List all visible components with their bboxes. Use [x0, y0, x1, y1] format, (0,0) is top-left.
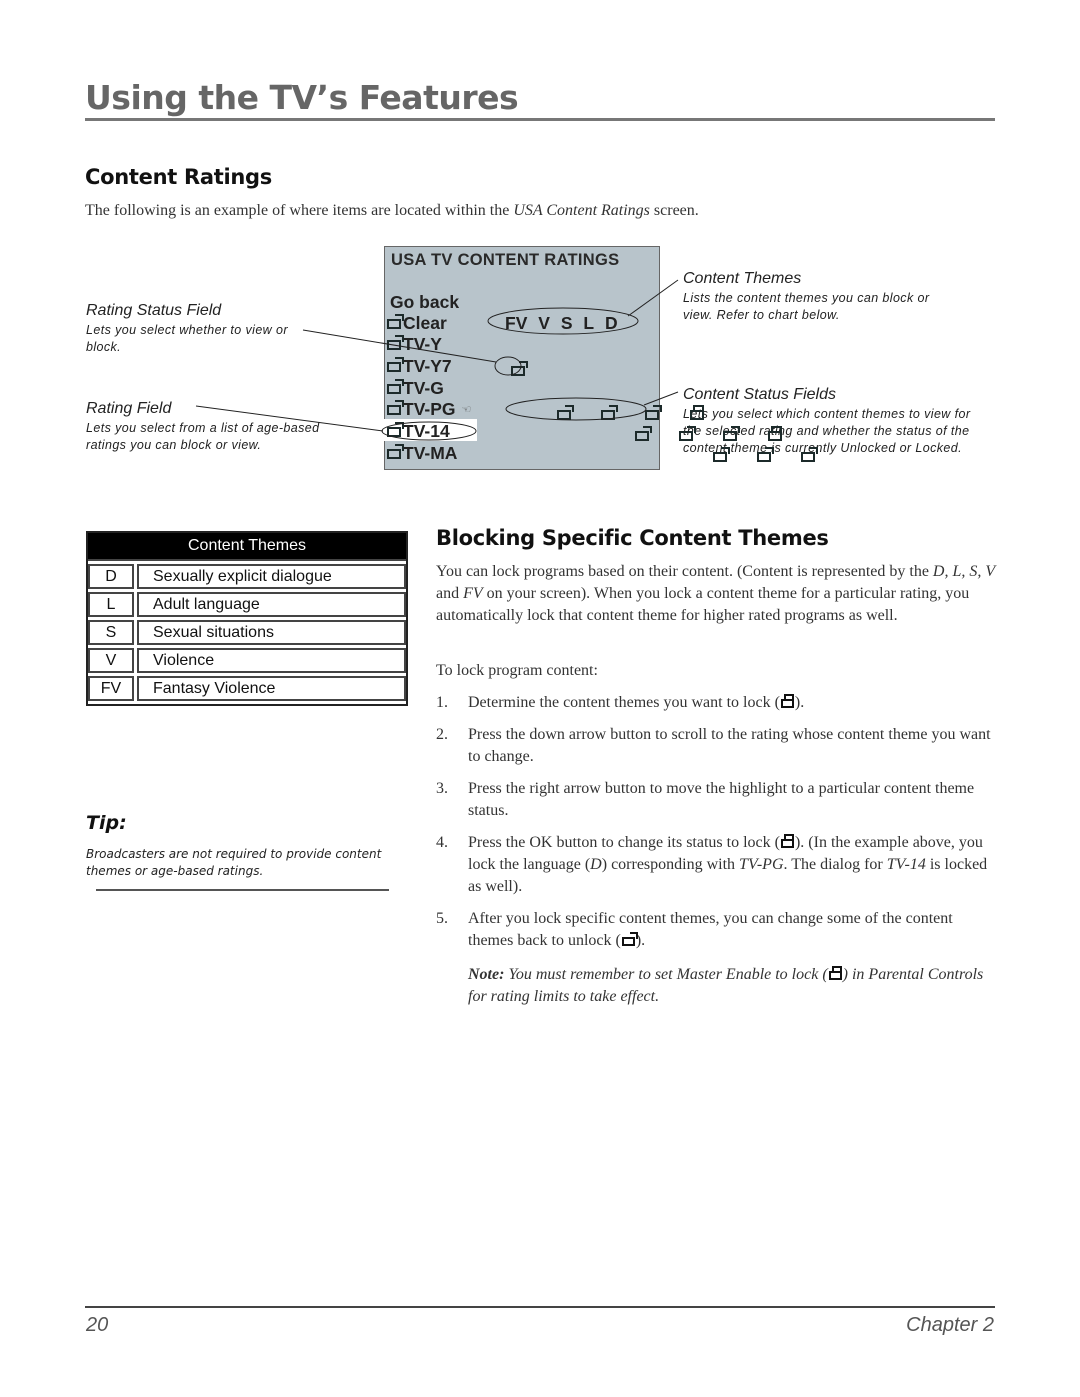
theme-code: FV [88, 676, 134, 701]
text-italic: FV [463, 585, 483, 602]
step-number: 1. [436, 694, 448, 711]
text: You must remember to set Master Enable t… [504, 966, 828, 983]
step-item: 3. Press the right arrow button to move t… [436, 778, 996, 822]
text-italic: D, L, S, V [932, 563, 996, 580]
table-row: L Adult language [88, 592, 406, 617]
note: Note: You must remember to set Master En… [468, 964, 998, 1008]
text: You can lock programs based on their con… [436, 563, 933, 580]
blocking-paragraph: You can lock programs based on their con… [436, 561, 996, 627]
table-row: D Sexually explicit dialogue [88, 564, 406, 589]
text-italic: TV-PG [739, 856, 784, 873]
table-row: FV Fantasy Violence [88, 676, 406, 701]
text: After you lock specific content themes, … [468, 910, 953, 949]
step-text: Press the OK button to change its status… [468, 832, 996, 898]
theme-label: Violence [137, 648, 406, 673]
theme-code: V [88, 648, 134, 673]
lock-icon [828, 966, 842, 980]
page-number: 20 [86, 1314, 109, 1336]
text-italic: D [590, 856, 602, 873]
step-text: After you lock specific content themes, … [468, 908, 996, 952]
step-text: Press the down arrow button to scroll to… [468, 726, 991, 765]
tip-title: Tip: [86, 812, 127, 834]
text: Press the OK button to change its status… [468, 834, 780, 851]
tip-text: Broadcasters are not required to provide… [86, 847, 382, 878]
content-themes-table-header: Content Themes [88, 533, 406, 561]
callout-ellipse-content-themes [487, 307, 639, 335]
callout-line-rating-field [195, 405, 384, 432]
footer-divider [85, 1306, 995, 1308]
text: and [436, 585, 464, 602]
theme-code: L [88, 592, 134, 617]
theme-code: D [88, 564, 134, 589]
steps-list: 1. Determine the content themes you want … [436, 692, 996, 962]
step-number: 2. [436, 726, 448, 743]
theme-label: Fantasy Violence [137, 676, 406, 701]
callout-line-rating-status [302, 329, 497, 363]
text: . The dialog for [783, 856, 887, 873]
theme-code: S [88, 620, 134, 645]
step-item: 1. Determine the content themes you want … [436, 692, 996, 714]
text: ) corresponding with [601, 856, 740, 873]
text-italic: TV-14 [886, 856, 926, 873]
note-label: Note: [468, 966, 505, 983]
callout-line-content-themes [627, 279, 679, 317]
step-text: Determine the content themes you want to… [468, 692, 996, 714]
callout-ellipse-rating-status [494, 356, 522, 376]
unlock-icon [621, 932, 638, 946]
chapter-label: Chapter 2 [906, 1314, 994, 1336]
blocking-heading: Blocking Specific Content Themes [436, 526, 829, 550]
tip-divider [96, 889, 389, 891]
table-row: V Violence [88, 648, 406, 673]
step-number: 4. [436, 834, 448, 851]
callout-ellipse-rating-field [381, 421, 477, 441]
theme-label: Adult language [137, 592, 406, 617]
content-themes-table: Content Themes D Sexually explicit dialog… [86, 531, 408, 706]
step-number: 3. [436, 780, 448, 797]
table-row: S Sexual situations [88, 620, 406, 645]
text: Determine the content themes you want to… [468, 694, 780, 711]
step-item: 2. Press the down arrow button to scroll … [436, 724, 996, 768]
theme-label: Sexually explicit dialogue [137, 564, 406, 589]
to-lock-intro: To lock program content: [436, 662, 598, 679]
text: ). [794, 694, 805, 711]
text: on your screen). When you lock a content… [436, 585, 970, 624]
lock-icon [780, 834, 794, 848]
step-item: 5. After you lock specific content themes… [436, 908, 996, 952]
theme-label: Sexual situations [137, 620, 406, 645]
callout-ellipse-status-fields [505, 397, 647, 421]
callout-lines [195, 279, 679, 441]
step-item: 4. Press the OK button to change its stat… [436, 832, 996, 898]
callout-line-status-fields [643, 391, 679, 406]
step-number: 5. [436, 910, 448, 927]
step-text: Press the right arrow button to move the… [468, 780, 975, 819]
lock-icon [780, 694, 794, 708]
